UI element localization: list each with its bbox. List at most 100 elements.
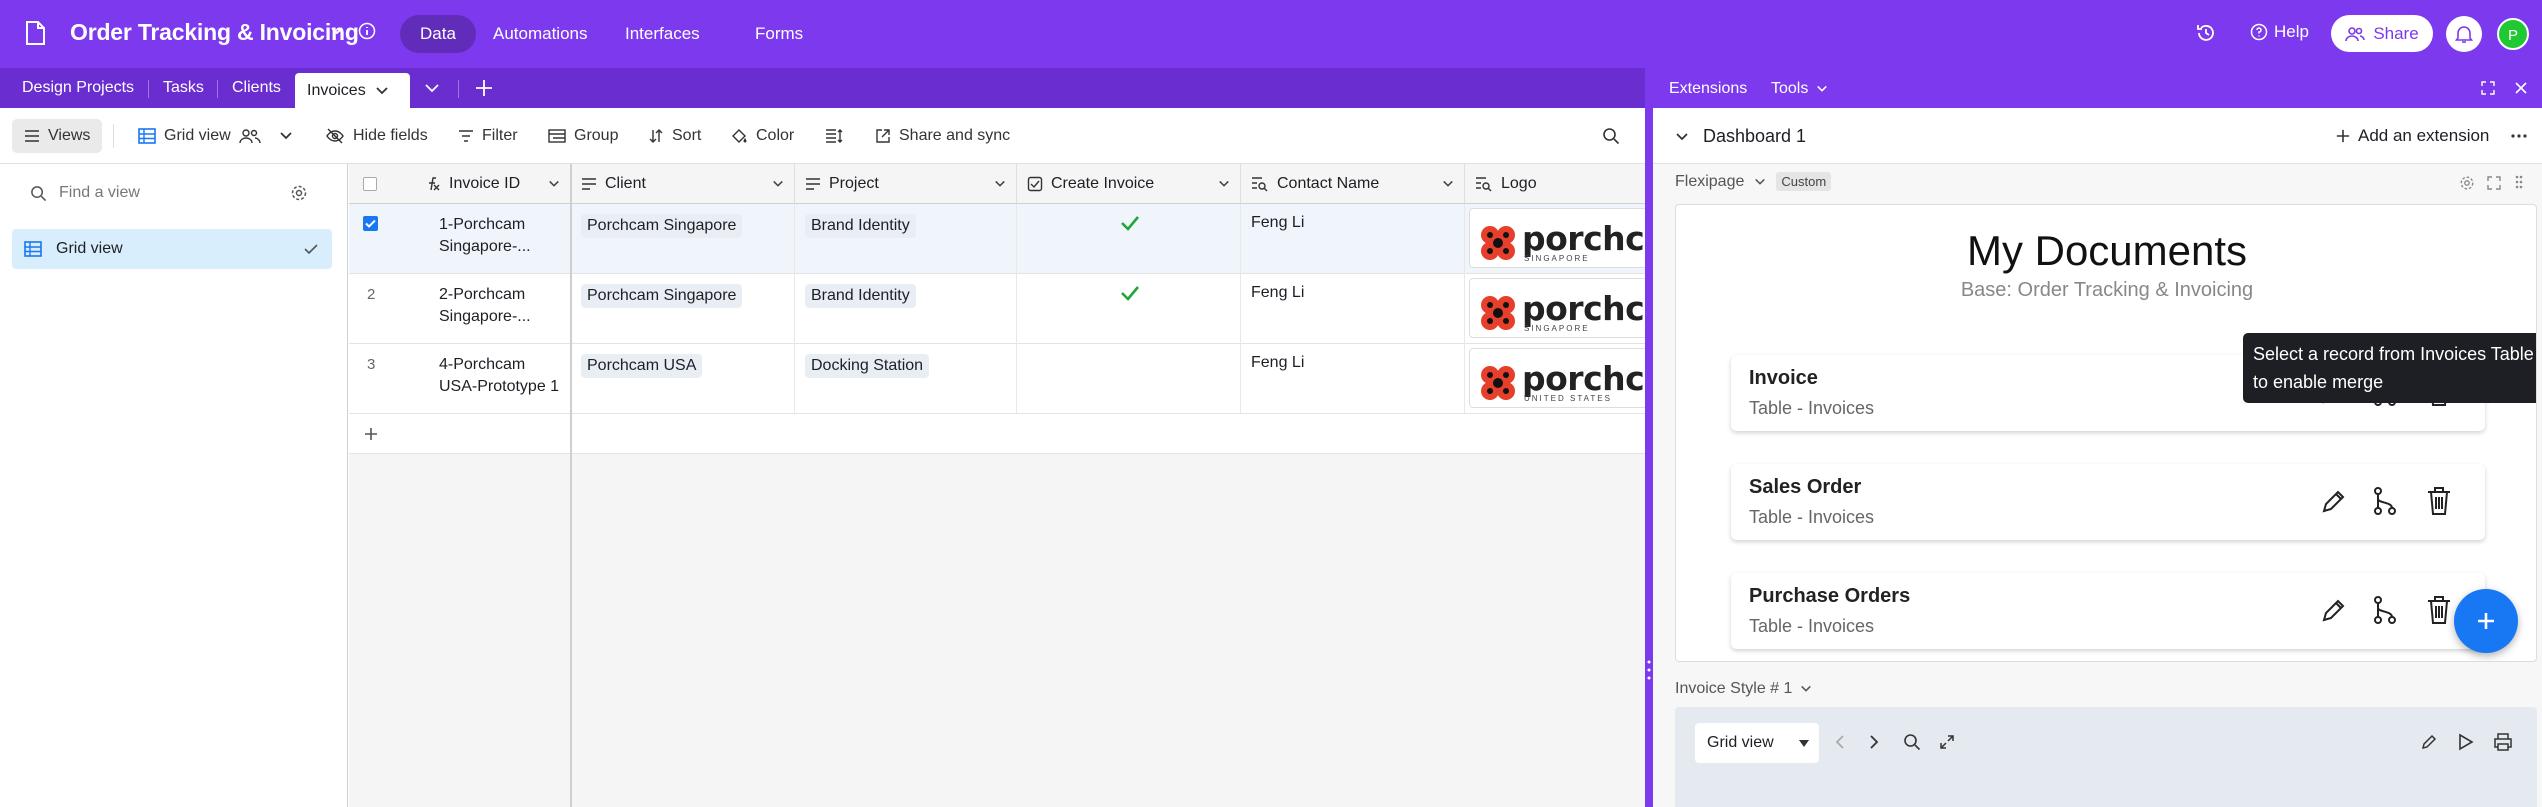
logo-cell[interactable]: porchcam SINGAPORE xyxy=(1465,204,1645,274)
edit-icon[interactable] xyxy=(2420,733,2438,751)
tab-tools[interactable]: Tools xyxy=(1771,80,1828,98)
column-header-client[interactable]: Client xyxy=(571,164,795,204)
nav-data[interactable]: Data xyxy=(400,15,476,53)
logo-cell[interactable]: porchcam SINGAPORE xyxy=(1465,274,1645,344)
table-row[interactable]: 3 4-Porchcam USA-Prototype 1 Porchcam US… xyxy=(349,344,1645,414)
share-button[interactable]: Share xyxy=(2331,15,2433,52)
column-header-logo[interactable]: Logo xyxy=(1465,164,1645,204)
tab-invoices-label: Invoices xyxy=(307,82,366,99)
share-and-sync-button[interactable]: Share and sync xyxy=(875,122,1010,150)
row-number-cell[interactable]: 3 4-Porchcam USA-Prototype 1 xyxy=(349,344,571,414)
row-number-cell[interactable]: 1-Porchcam Singapore-... xyxy=(349,204,571,274)
find-view-input[interactable]: Find a view xyxy=(30,184,140,202)
trash-icon[interactable] xyxy=(2426,486,2452,516)
next-record-icon[interactable] xyxy=(1869,735,1879,749)
gear-icon[interactable] xyxy=(290,184,308,202)
pencil-icon[interactable] xyxy=(2319,597,2347,625)
table-row[interactable]: 1-Porchcam Singapore-... Porchcam Singap… xyxy=(349,204,1645,274)
row-height-button[interactable] xyxy=(825,122,843,150)
column-header-create-invoice[interactable]: Create Invoice xyxy=(1017,164,1241,204)
table-row[interactable]: 2 2-Porchcam Singapore-... Porchcam Sing… xyxy=(349,274,1645,344)
add-document-button[interactable] xyxy=(2454,589,2518,653)
merge-icon[interactable] xyxy=(2372,486,2398,516)
drag-handle-icon[interactable] xyxy=(2515,174,2523,190)
contact-cell[interactable]: Feng Li xyxy=(1241,274,1465,344)
search-icon[interactable] xyxy=(1903,733,1921,751)
create-invoice-cell[interactable] xyxy=(1017,274,1241,344)
sidebar-view-grid[interactable]: Grid view xyxy=(12,229,332,269)
tab-extensions[interactable]: Extensions xyxy=(1669,80,1747,98)
column-header-contact-name[interactable]: Contact Name xyxy=(1241,164,1465,204)
project-cell[interactable]: Docking Station xyxy=(795,344,1017,414)
print-icon[interactable] xyxy=(2493,733,2513,751)
nav-automations[interactable]: Automations xyxy=(473,15,608,53)
create-invoice-cell[interactable] xyxy=(1017,344,1241,414)
close-icon[interactable] xyxy=(2513,80,2529,96)
frozen-column-divider xyxy=(570,164,572,807)
project-cell[interactable]: Brand Identity xyxy=(795,204,1017,274)
play-icon[interactable] xyxy=(2458,733,2474,751)
chevron-down-icon[interactable] xyxy=(1754,176,1766,188)
history-icon[interactable] xyxy=(2195,22,2217,44)
nav-forms[interactable]: Forms xyxy=(735,15,823,53)
client-cell[interactable]: Porchcam Singapore xyxy=(571,274,795,344)
project-cell[interactable]: Brand Identity xyxy=(795,274,1017,344)
fullscreen-icon[interactable] xyxy=(2486,175,2502,191)
sort-label: Sort xyxy=(672,127,702,144)
add-record-row[interactable] xyxy=(349,414,1645,454)
add-table-icon[interactable] xyxy=(472,76,496,100)
invoice-style-selector[interactable]: Invoice Style # 1 xyxy=(1675,680,1812,698)
more-icon[interactable] xyxy=(2511,134,2527,138)
flexipage-label[interactable]: Flexipage xyxy=(1675,173,1744,191)
all-tables-chevron-icon[interactable] xyxy=(420,76,444,100)
column-header-project[interactable]: Project xyxy=(795,164,1017,204)
view-switcher[interactable]: Grid view xyxy=(138,122,293,150)
trash-icon[interactable] xyxy=(2426,595,2452,625)
dashboard-switcher[interactable]: Dashboard 1 xyxy=(1675,126,1806,147)
views-button[interactable]: Views xyxy=(12,119,103,153)
column-header-invoice-id[interactable]: Invoice ID xyxy=(349,164,571,204)
base-menu-chevron-icon[interactable] xyxy=(330,24,344,38)
help-button[interactable]: Help xyxy=(2250,22,2309,42)
merge-icon[interactable] xyxy=(2372,595,2398,625)
logo-cell[interactable]: porchcam UNITED STATES xyxy=(1465,344,1645,414)
hide-fields-button[interactable]: Hide fields xyxy=(325,122,428,150)
contact-cell[interactable]: Feng Li xyxy=(1241,204,1465,274)
info-icon[interactable] xyxy=(358,22,376,40)
search-button[interactable] xyxy=(1602,122,1620,150)
group-button[interactable]: Group xyxy=(548,122,618,150)
contact-name: Feng Li xyxy=(1251,214,1305,231)
tab-design-projects[interactable]: Design Projects xyxy=(10,68,146,108)
tab-invoices[interactable]: Invoices xyxy=(295,73,410,108)
base-icon[interactable] xyxy=(24,20,46,46)
settings-gear-icon[interactable] xyxy=(2459,175,2475,191)
client-cell[interactable]: Porchcam USA xyxy=(571,344,795,414)
base-title[interactable]: Order Tracking & Invoicing xyxy=(70,19,359,46)
nav-interfaces[interactable]: Interfaces xyxy=(605,15,720,53)
select-all-checkbox[interactable] xyxy=(363,176,377,191)
grid-view-select[interactable]: Grid view xyxy=(1695,723,1819,763)
search-icon xyxy=(31,185,47,201)
document-item-sales-order[interactable]: Sales Order Table - Invoices xyxy=(1731,464,2485,540)
row-number-cell[interactable]: 2 2-Porchcam Singapore-... xyxy=(349,274,571,344)
pencil-icon[interactable] xyxy=(2319,488,2347,516)
tab-clients[interactable]: Clients xyxy=(220,68,293,108)
row-checkbox[interactable] xyxy=(363,216,378,231)
add-extension-button[interactable]: Add an extension xyxy=(2336,126,2489,146)
color-button[interactable]: Color xyxy=(730,122,794,150)
chevron-down-icon[interactable] xyxy=(375,84,389,98)
avatar[interactable]: P xyxy=(2497,18,2529,50)
filter-button[interactable]: Filter xyxy=(458,122,518,150)
client-cell[interactable]: Porchcam Singapore xyxy=(571,204,795,274)
row-height-icon xyxy=(826,129,843,143)
tab-tasks[interactable]: Tasks xyxy=(151,68,216,108)
contact-cell[interactable]: Feng Li xyxy=(1241,344,1465,414)
expand-icon[interactable] xyxy=(2480,80,2496,96)
sort-button[interactable]: Sort xyxy=(648,122,701,150)
create-invoice-cell[interactable] xyxy=(1017,204,1241,274)
notifications-button[interactable] xyxy=(2446,16,2482,52)
panel-resize-handle[interactable] xyxy=(1645,68,1653,807)
document-item-purchase-orders[interactable]: Purchase Orders Table - Invoices xyxy=(1731,573,2485,649)
previous-record-icon[interactable] xyxy=(1835,735,1845,749)
expand-icon[interactable] xyxy=(1939,734,1955,750)
